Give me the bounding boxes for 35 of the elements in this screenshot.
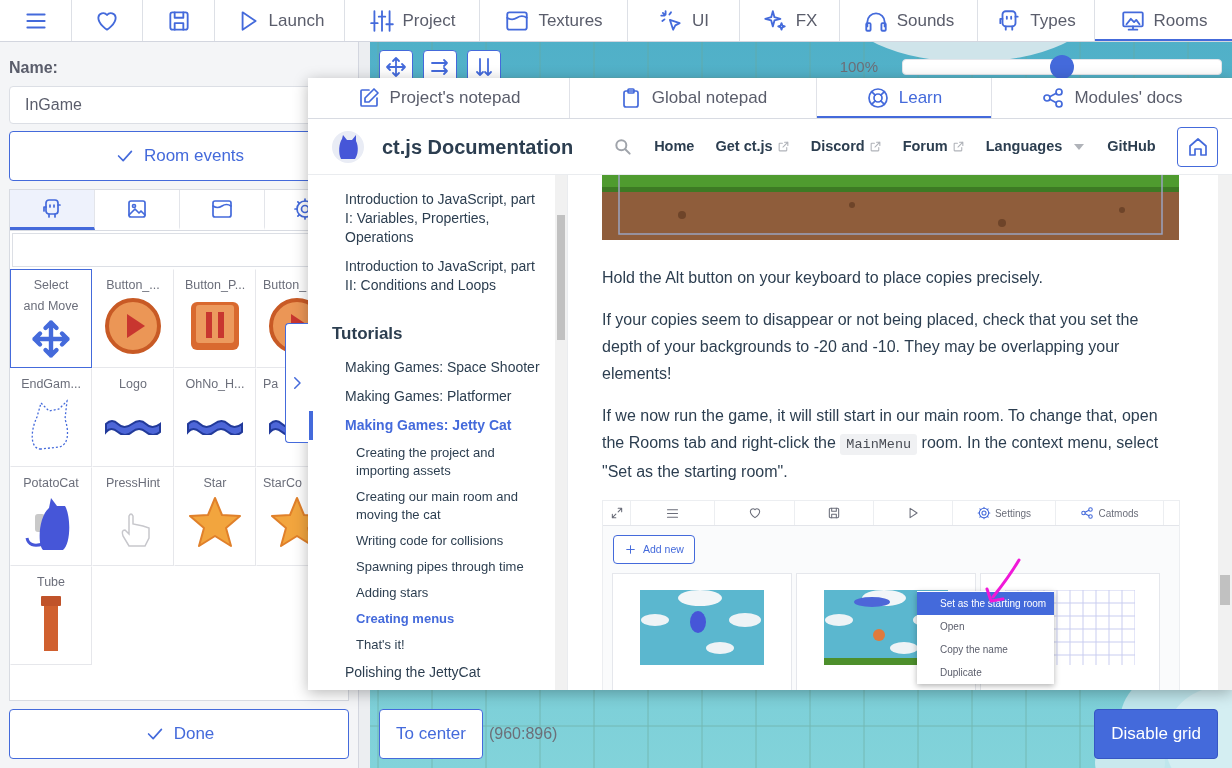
library-item[interactable]: Logo: [92, 368, 174, 467]
library-item[interactable]: PotatoCat: [10, 467, 92, 566]
library-tab[interactable]: [10, 190, 95, 230]
sparkle-icon: [761, 7, 788, 34]
library-item[interactable]: Select and Move: [10, 269, 92, 368]
library-item[interactable]: Button_...: [92, 269, 174, 368]
item-label: Button_: [262, 277, 307, 294]
cursor-icon: [658, 7, 684, 34]
item-label: PotatoCat: [23, 475, 79, 492]
library-item[interactable]: PressHint: [92, 467, 174, 566]
robot-icon: [40, 196, 64, 221]
logo-icon: [332, 130, 364, 163]
play-button-drawing: [103, 296, 163, 356]
item-label: PressHint: [105, 475, 161, 492]
field-label: Name:: [9, 58, 59, 78]
library-item[interactable]: Button_P...: [174, 269, 256, 368]
item-label: EndGam...: [21, 376, 81, 393]
collapse-tab[interactable]: [285, 323, 308, 443]
library-item[interactable]: OhNo_H...: [174, 368, 256, 467]
item-label: Pa: [262, 376, 279, 393]
item-label: StarCo: [262, 475, 302, 492]
item-label: Select and Move: [23, 277, 79, 315]
sliders-icon: [368, 7, 395, 34]
move-icon: [29, 317, 73, 361]
library-item[interactable]: EndGam...: [10, 368, 92, 467]
item-label: Button_P...: [184, 277, 246, 294]
item-label: Star: [203, 475, 227, 492]
settings-icon: [293, 196, 309, 221]
item-label: OhNo_H...: [185, 376, 245, 393]
item-label: Logo: [119, 376, 147, 393]
item-label: Tube: [37, 574, 65, 591]
library-item[interactable]: Tube: [10, 566, 92, 665]
item-label: Button_...: [106, 277, 160, 294]
library-item[interactable]: Star: [174, 467, 256, 566]
done-button[interactable]: Done: [9, 709, 349, 759]
